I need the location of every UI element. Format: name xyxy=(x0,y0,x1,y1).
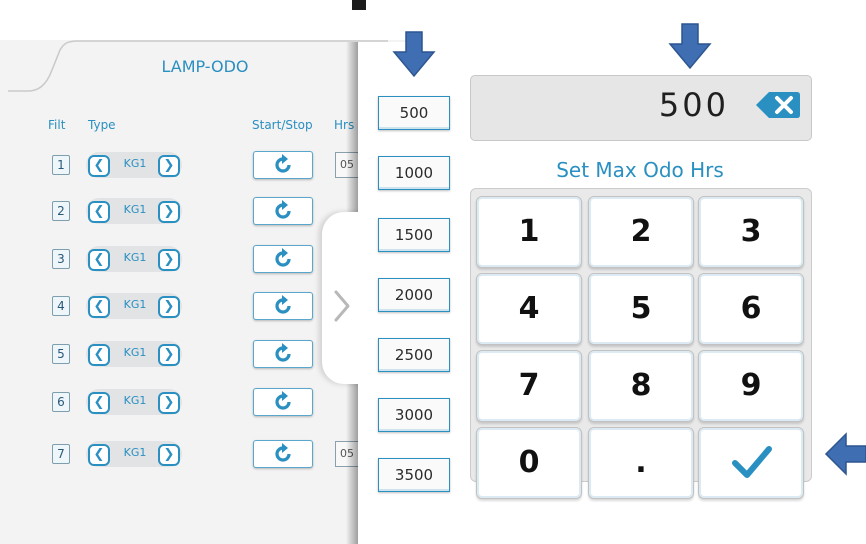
header-start-stop: Start/Stop xyxy=(252,118,313,132)
filt-number: 5 xyxy=(52,344,70,364)
type-label: KG1 xyxy=(123,298,147,311)
filt-number: 7 xyxy=(52,444,70,464)
type-label: KG1 xyxy=(123,394,147,407)
refresh-icon xyxy=(275,295,291,314)
panel-title: LAMP-ODO xyxy=(161,57,249,76)
key-9[interactable]: 9 xyxy=(698,350,804,422)
preset-button-2500[interactable]: 2500 xyxy=(378,338,450,372)
key-8[interactable]: 8 xyxy=(588,350,694,422)
key-decimal[interactable]: . xyxy=(588,427,694,499)
display-value: 500 xyxy=(658,86,729,124)
top-divider xyxy=(352,0,366,10)
type-selector: ❮ KG1 ❯ xyxy=(86,198,182,224)
backspace-icon[interactable] xyxy=(755,90,801,120)
preset-button-1500[interactable]: 1500 xyxy=(378,218,450,252)
start-stop-button[interactable] xyxy=(253,388,313,416)
preset-button-2000[interactable]: 2000 xyxy=(378,278,450,312)
filt-number: 4 xyxy=(52,296,70,316)
arrow-icon xyxy=(824,432,866,476)
filt-number: 6 xyxy=(52,392,70,412)
chevron-right-icon[interactable]: ❯ xyxy=(158,201,180,223)
chevron-left-icon[interactable]: ❮ xyxy=(88,155,110,177)
start-stop-button[interactable] xyxy=(253,340,313,368)
chevron-right-icon[interactable]: ❯ xyxy=(158,296,180,318)
type-selector: ❮ KG1 ❯ xyxy=(86,341,182,367)
type-label: KG1 xyxy=(123,346,147,359)
set-max-odo-label: Set Max Odo Hrs xyxy=(556,158,724,182)
refresh-icon xyxy=(275,200,291,219)
chevron-right-icon[interactable]: ❯ xyxy=(158,249,180,271)
refresh-icon xyxy=(275,343,291,362)
filt-number: 3 xyxy=(52,249,70,269)
chevron-right-icon[interactable]: ❯ xyxy=(158,155,180,177)
value-display: 500 xyxy=(470,75,812,141)
filt-number: 2 xyxy=(52,201,70,221)
chevron-right-icon[interactable]: ❯ xyxy=(158,344,180,366)
type-label: KG1 xyxy=(123,251,147,264)
check-icon xyxy=(732,446,772,478)
chevron-left-icon[interactable]: ❮ xyxy=(88,296,110,318)
key-6[interactable]: 6 xyxy=(698,273,804,345)
type-selector: ❮ KG1 ❯ xyxy=(86,389,182,415)
type-selector: ❮ KG1 ❯ xyxy=(86,293,182,319)
header-type: Type xyxy=(88,118,116,132)
start-stop-button[interactable] xyxy=(253,151,313,179)
chevron-right-icon[interactable] xyxy=(331,288,353,324)
chevron-left-icon[interactable]: ❮ xyxy=(88,344,110,366)
preset-button-1000[interactable]: 1000 xyxy=(378,156,450,190)
start-stop-button[interactable] xyxy=(253,440,313,468)
type-selector: ❮ KG1 ❯ xyxy=(86,246,182,272)
arrow-icon xyxy=(392,31,436,78)
refresh-icon xyxy=(275,154,291,173)
header-filt: Filt xyxy=(48,118,66,132)
key-0[interactable]: 0 xyxy=(476,427,582,499)
type-selector: ❮ KG1 ❯ xyxy=(86,441,182,467)
start-stop-button[interactable] xyxy=(253,292,313,320)
type-selector: ❮ KG1 ❯ xyxy=(86,152,182,178)
refresh-icon xyxy=(275,391,291,410)
preset-button-3000[interactable]: 3000 xyxy=(378,398,450,432)
top-strip xyxy=(0,0,866,6)
start-stop-button[interactable] xyxy=(253,197,313,225)
refresh-icon xyxy=(275,248,291,267)
chevron-left-icon[interactable]: ❮ xyxy=(88,201,110,223)
type-label: KG1 xyxy=(123,203,147,216)
key-5[interactable]: 5 xyxy=(588,273,694,345)
refresh-icon xyxy=(275,443,291,462)
chevron-left-icon[interactable]: ❮ xyxy=(88,392,110,414)
start-stop-button[interactable] xyxy=(253,245,313,273)
chevron-left-icon[interactable]: ❮ xyxy=(88,249,110,271)
filt-number: 1 xyxy=(52,155,70,175)
type-label: KG1 xyxy=(123,157,147,170)
chevron-right-icon[interactable]: ❯ xyxy=(158,392,180,414)
confirm-button[interactable] xyxy=(698,427,804,499)
key-7[interactable]: 7 xyxy=(476,350,582,422)
preset-button-3500[interactable]: 3500 xyxy=(378,458,450,492)
key-2[interactable]: 2 xyxy=(588,196,694,268)
arrow-icon xyxy=(668,23,712,70)
chevron-left-icon[interactable]: ❮ xyxy=(88,444,110,466)
key-1[interactable]: 1 xyxy=(476,196,582,268)
type-label: KG1 xyxy=(123,446,147,459)
chevron-right-icon[interactable]: ❯ xyxy=(158,444,180,466)
key-3[interactable]: 3 xyxy=(698,196,804,268)
key-4[interactable]: 4 xyxy=(476,273,582,345)
preset-button-500[interactable]: 500 xyxy=(378,96,450,130)
